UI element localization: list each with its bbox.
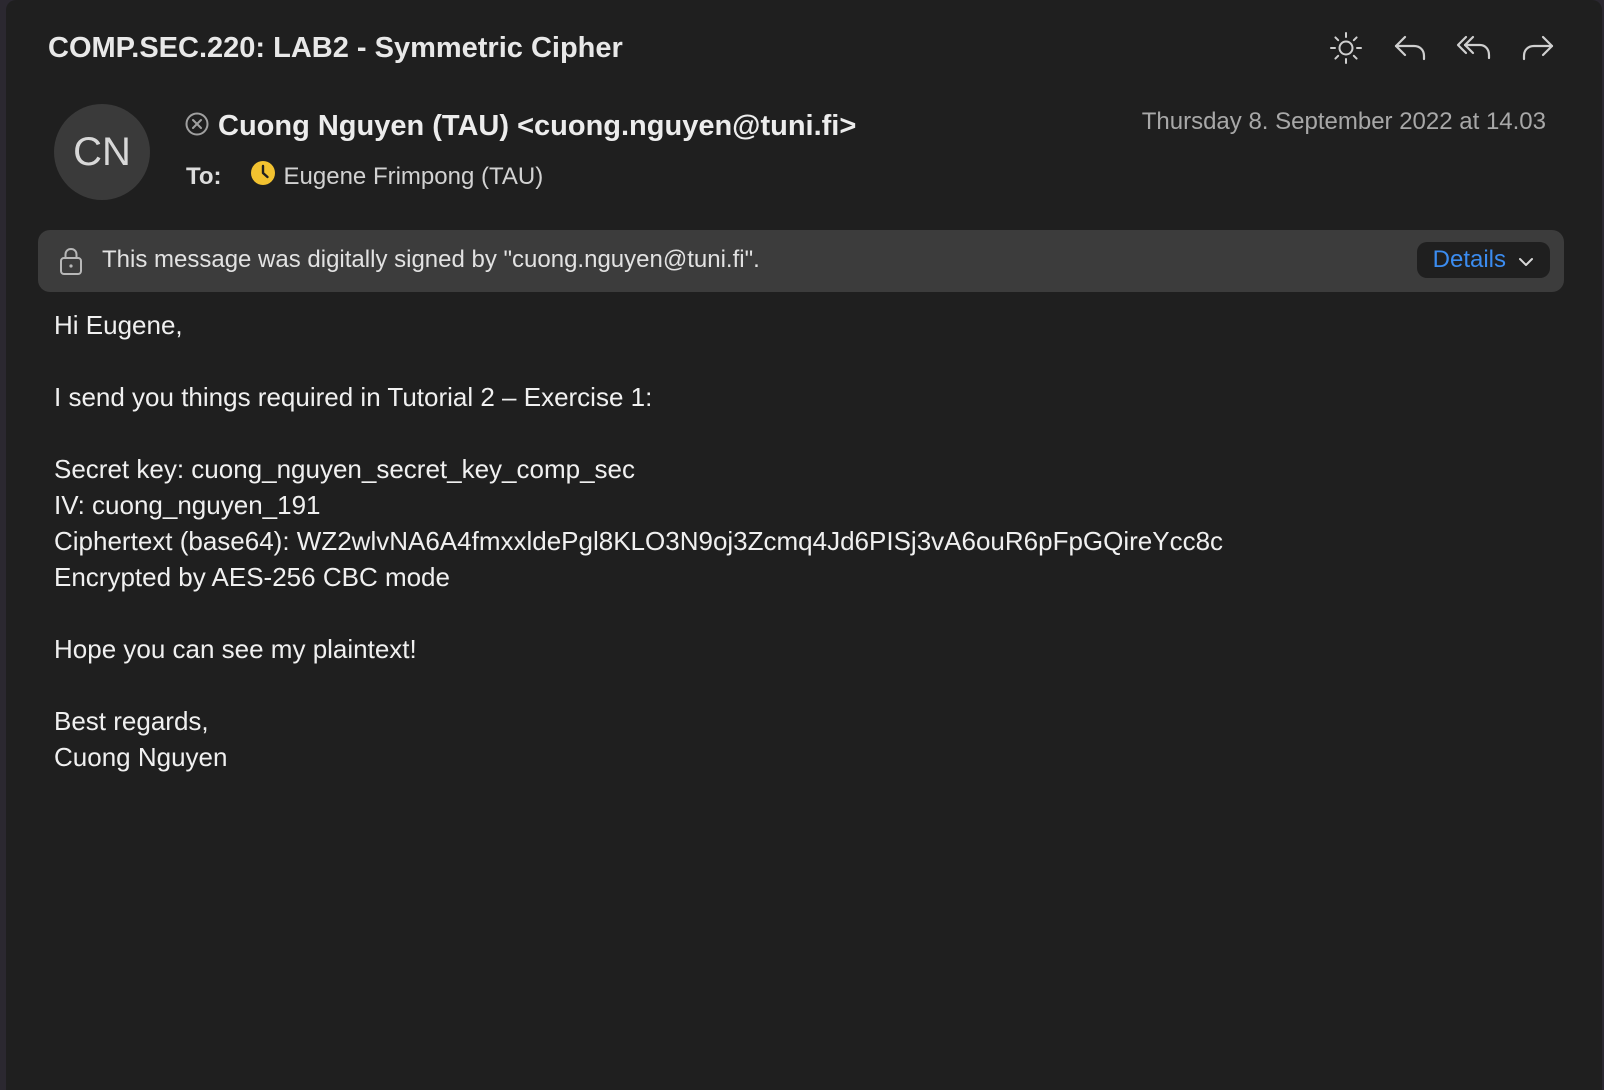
message-date: Thursday 8. September 2022 at 14.03 <box>1141 108 1546 135</box>
mail-message-window: COMP.SEC.220: LAB2 - Symmetric Cipher CN… <box>6 0 1602 1090</box>
ciphertext-line: Ciphertext (base64): WZ2wlvNA6A4fmxxldeP… <box>54 526 1224 556</box>
avatar: CN <box>54 104 150 200</box>
regards-line: Best regards, <box>54 706 209 736</box>
details-button[interactable]: Details <box>1416 242 1550 278</box>
sender-row: Cuong Nguyen (TAU) <cuong.nguyen@tuni.fi… <box>184 110 856 143</box>
clock-badge-icon <box>250 160 276 193</box>
forward-icon[interactable] <box>1520 30 1556 66</box>
message-toolbar <box>1328 30 1556 66</box>
details-label: Details <box>1432 246 1506 273</box>
signature-text: This message was digitally signed by "cu… <box>102 246 760 273</box>
remove-sender-icon[interactable] <box>184 111 210 142</box>
chevron-down-icon <box>1518 246 1534 274</box>
signature-banner: This message was digitally signed by "cu… <box>38 230 1564 292</box>
signoff-line: Cuong Nguyen <box>54 742 228 772</box>
recipient-name: Eugene Frimpong (TAU) <box>283 162 544 190</box>
reply-all-icon[interactable] <box>1456 30 1492 66</box>
recipient-row: To: Eugene Frimpong (TAU) <box>186 160 543 193</box>
to-label: To: <box>186 162 222 190</box>
recipient-chip[interactable]: Eugene Frimpong (TAU) <box>250 160 544 193</box>
encryption-line: Encrypted by AES-256 CBC mode <box>54 562 450 592</box>
iv-line: IV: cuong_nguyen_191 <box>54 490 321 520</box>
greeting-line: Hi Eugene, <box>54 310 183 340</box>
message-subject: COMP.SEC.220: LAB2 - Symmetric Cipher <box>48 32 623 64</box>
secret-key-line: Secret key: cuong_nguyen_secret_key_comp… <box>54 454 636 484</box>
reply-icon[interactable] <box>1392 30 1428 66</box>
message-body: Hi Eugene, I send you things required in… <box>54 307 1223 775</box>
brightness-icon[interactable] <box>1328 30 1364 66</box>
lock-icon <box>58 246 84 281</box>
closing-line: Hope you can see my plaintext! <box>54 634 417 664</box>
sender-name[interactable]: Cuong Nguyen (TAU) <cuong.nguyen@tuni.fi… <box>218 110 856 143</box>
intro-line: I send you things required in Tutorial 2… <box>54 382 653 412</box>
